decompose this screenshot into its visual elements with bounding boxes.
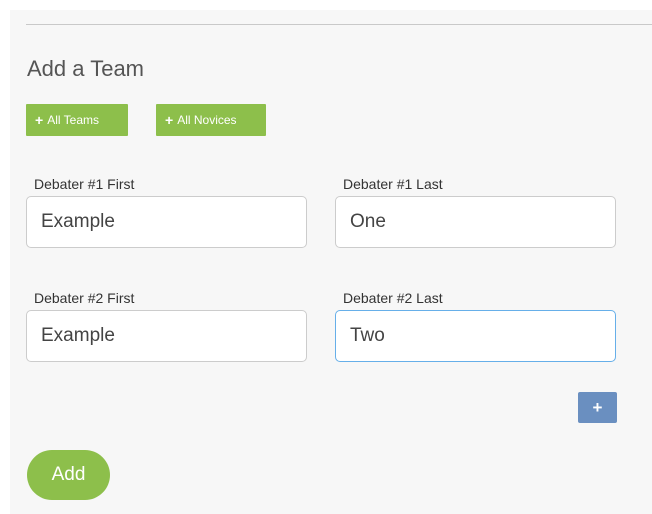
all-teams-label: All Teams — [47, 113, 99, 127]
add-team-panel: Add a Team + All Teams + All Novices Deb… — [10, 10, 652, 514]
plus-icon: + — [592, 397, 603, 417]
debater-1-first-input[interactable] — [26, 196, 307, 248]
all-novices-label: All Novices — [177, 113, 237, 127]
debater-1-first-label: Debater #1 First — [34, 176, 135, 192]
divider — [26, 24, 652, 25]
all-novices-button[interactable]: + All Novices — [156, 104, 266, 136]
debater-1-last-label: Debater #1 Last — [343, 176, 443, 192]
plus-icon: + — [165, 112, 174, 128]
debater-2-first-label: Debater #2 First — [34, 290, 135, 306]
debater-2-first-input[interactable] — [26, 310, 307, 362]
all-teams-button[interactable]: + All Teams — [26, 104, 128, 136]
debater-2-last-label: Debater #2 Last — [343, 290, 443, 306]
plus-icon: + — [35, 112, 44, 128]
debater-1-last-input[interactable] — [335, 196, 616, 248]
debater-2-last-input[interactable] — [335, 310, 616, 362]
add-team-button[interactable]: Add — [27, 450, 110, 500]
add-debater-button[interactable]: + — [578, 392, 617, 423]
page-title: Add a Team — [27, 56, 145, 81]
